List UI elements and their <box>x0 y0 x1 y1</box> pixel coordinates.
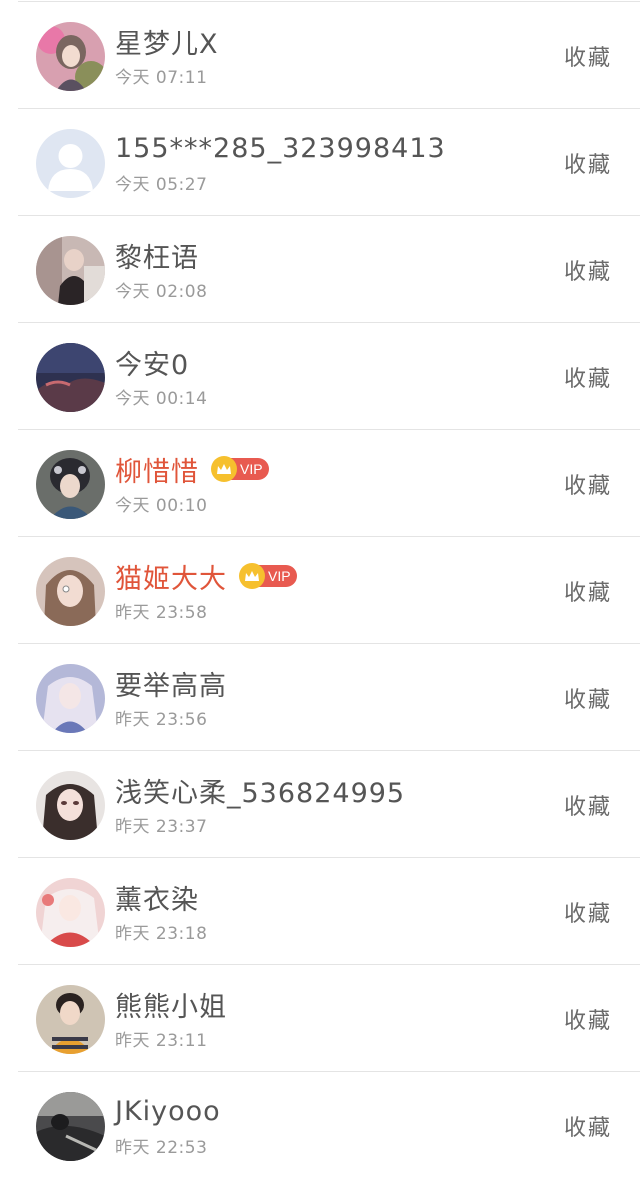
name-line: 柳惜惜 VIP <box>115 452 269 488</box>
favorite-button[interactable]: 收藏 <box>564 682 612 714</box>
list-item[interactable]: JKiyooo 昨天 22:53 收藏 <box>0 1072 640 1179</box>
last-active-time: 今天 07:11 <box>115 68 208 88</box>
avatar[interactable] <box>36 1092 105 1161</box>
list-item[interactable]: 柳惜惜 VIP 今天 00:10 收藏 <box>0 430 640 537</box>
avatar[interactable] <box>36 343 105 412</box>
last-active-time: 昨天 23:58 <box>115 603 208 623</box>
list-item[interactable]: 星梦儿X 今天 07:11 收藏 <box>0 2 640 109</box>
contact-name: 熊熊小姐 <box>115 991 227 1023</box>
favorite-button[interactable]: 收藏 <box>564 254 612 286</box>
contact-name: 柳惜惜 <box>115 456 199 488</box>
last-active-time: 今天 00:10 <box>115 496 208 516</box>
vip-label: VIP <box>268 568 291 584</box>
crown-icon <box>211 456 237 482</box>
last-active-time: 今天 00:14 <box>115 389 208 409</box>
last-active-time: 昨天 23:37 <box>115 817 208 837</box>
list-item[interactable]: 155***285_323998413 今天 05:27 收藏 <box>0 109 640 216</box>
last-active-time: 昨天 22:53 <box>115 1138 208 1158</box>
name-line: 今安0 <box>115 345 190 381</box>
contact-name: 黎枉语 <box>115 242 199 274</box>
last-active-time: 昨天 23:56 <box>115 710 208 730</box>
favorite-button[interactable]: 收藏 <box>564 896 612 928</box>
vip-badge: VIP <box>211 456 269 482</box>
favorite-button[interactable]: 收藏 <box>564 468 612 500</box>
list-item[interactable]: 要举高高 昨天 23:56 收藏 <box>0 644 640 751</box>
avatar[interactable] <box>36 771 105 840</box>
avatar[interactable] <box>36 236 105 305</box>
name-line: 浅笑心柔_536824995 <box>115 773 406 809</box>
contact-name: 薰衣染 <box>115 884 199 916</box>
avatar[interactable] <box>36 664 105 733</box>
last-active-time: 昨天 23:18 <box>115 924 208 944</box>
last-active-time: 今天 05:27 <box>115 175 208 195</box>
favorite-button[interactable]: 收藏 <box>564 789 612 821</box>
name-line: 要举高高 <box>115 666 227 702</box>
list-item[interactable]: 今安0 今天 00:14 收藏 <box>0 323 640 430</box>
avatar[interactable] <box>36 878 105 947</box>
name-line: 猫姬大大 VIP <box>115 559 297 595</box>
name-line: 黎枉语 <box>115 238 199 274</box>
avatar[interactable] <box>36 129 105 198</box>
contact-name: 要举高高 <box>115 670 227 702</box>
contact-list: 星梦儿X 今天 07:11 收藏 155***285_323998413 今天 … <box>0 0 640 1169</box>
favorite-button[interactable]: 收藏 <box>564 40 612 72</box>
favorite-button[interactable]: 收藏 <box>564 575 612 607</box>
list-item[interactable]: 薰衣染 昨天 23:18 收藏 <box>0 858 640 965</box>
list-item[interactable]: 黎枉语 今天 02:08 收藏 <box>0 216 640 323</box>
favorite-button[interactable]: 收藏 <box>564 361 612 393</box>
last-active-time: 昨天 23:11 <box>115 1031 208 1051</box>
avatar[interactable] <box>36 985 105 1054</box>
list-item[interactable]: 猫姬大大 VIP 昨天 23:58 收藏 <box>0 537 640 644</box>
vip-badge: VIP <box>239 563 297 589</box>
favorite-button[interactable]: 收藏 <box>564 1110 612 1142</box>
list-item[interactable]: 熊熊小姐 昨天 23:11 收藏 <box>0 965 640 1072</box>
favorite-button[interactable]: 收藏 <box>564 1003 612 1035</box>
vip-label: VIP <box>240 461 263 477</box>
list-item[interactable]: 浅笑心柔_536824995 昨天 23:37 收藏 <box>0 751 640 858</box>
name-line: 熊熊小姐 <box>115 987 227 1023</box>
contact-name: JKiyooo <box>115 1095 221 1127</box>
avatar[interactable] <box>36 557 105 626</box>
contact-name: 星梦儿X <box>115 28 219 60</box>
favorite-button[interactable]: 收藏 <box>564 147 612 179</box>
contact-name: 猫姬大大 <box>115 563 227 595</box>
name-line: 薰衣染 <box>115 880 199 916</box>
last-active-time: 今天 02:08 <box>115 282 208 302</box>
name-line: 155***285_323998413 <box>115 131 446 165</box>
name-line: JKiyooo <box>115 1094 221 1128</box>
avatar[interactable] <box>36 450 105 519</box>
contact-name: 155***285_323998413 <box>115 132 446 164</box>
avatar[interactable] <box>36 22 105 91</box>
contact-name: 浅笑心柔_536824995 <box>115 777 406 809</box>
name-line: 星梦儿X <box>115 24 219 60</box>
contact-name: 今安0 <box>115 349 190 381</box>
crown-icon <box>239 563 265 589</box>
